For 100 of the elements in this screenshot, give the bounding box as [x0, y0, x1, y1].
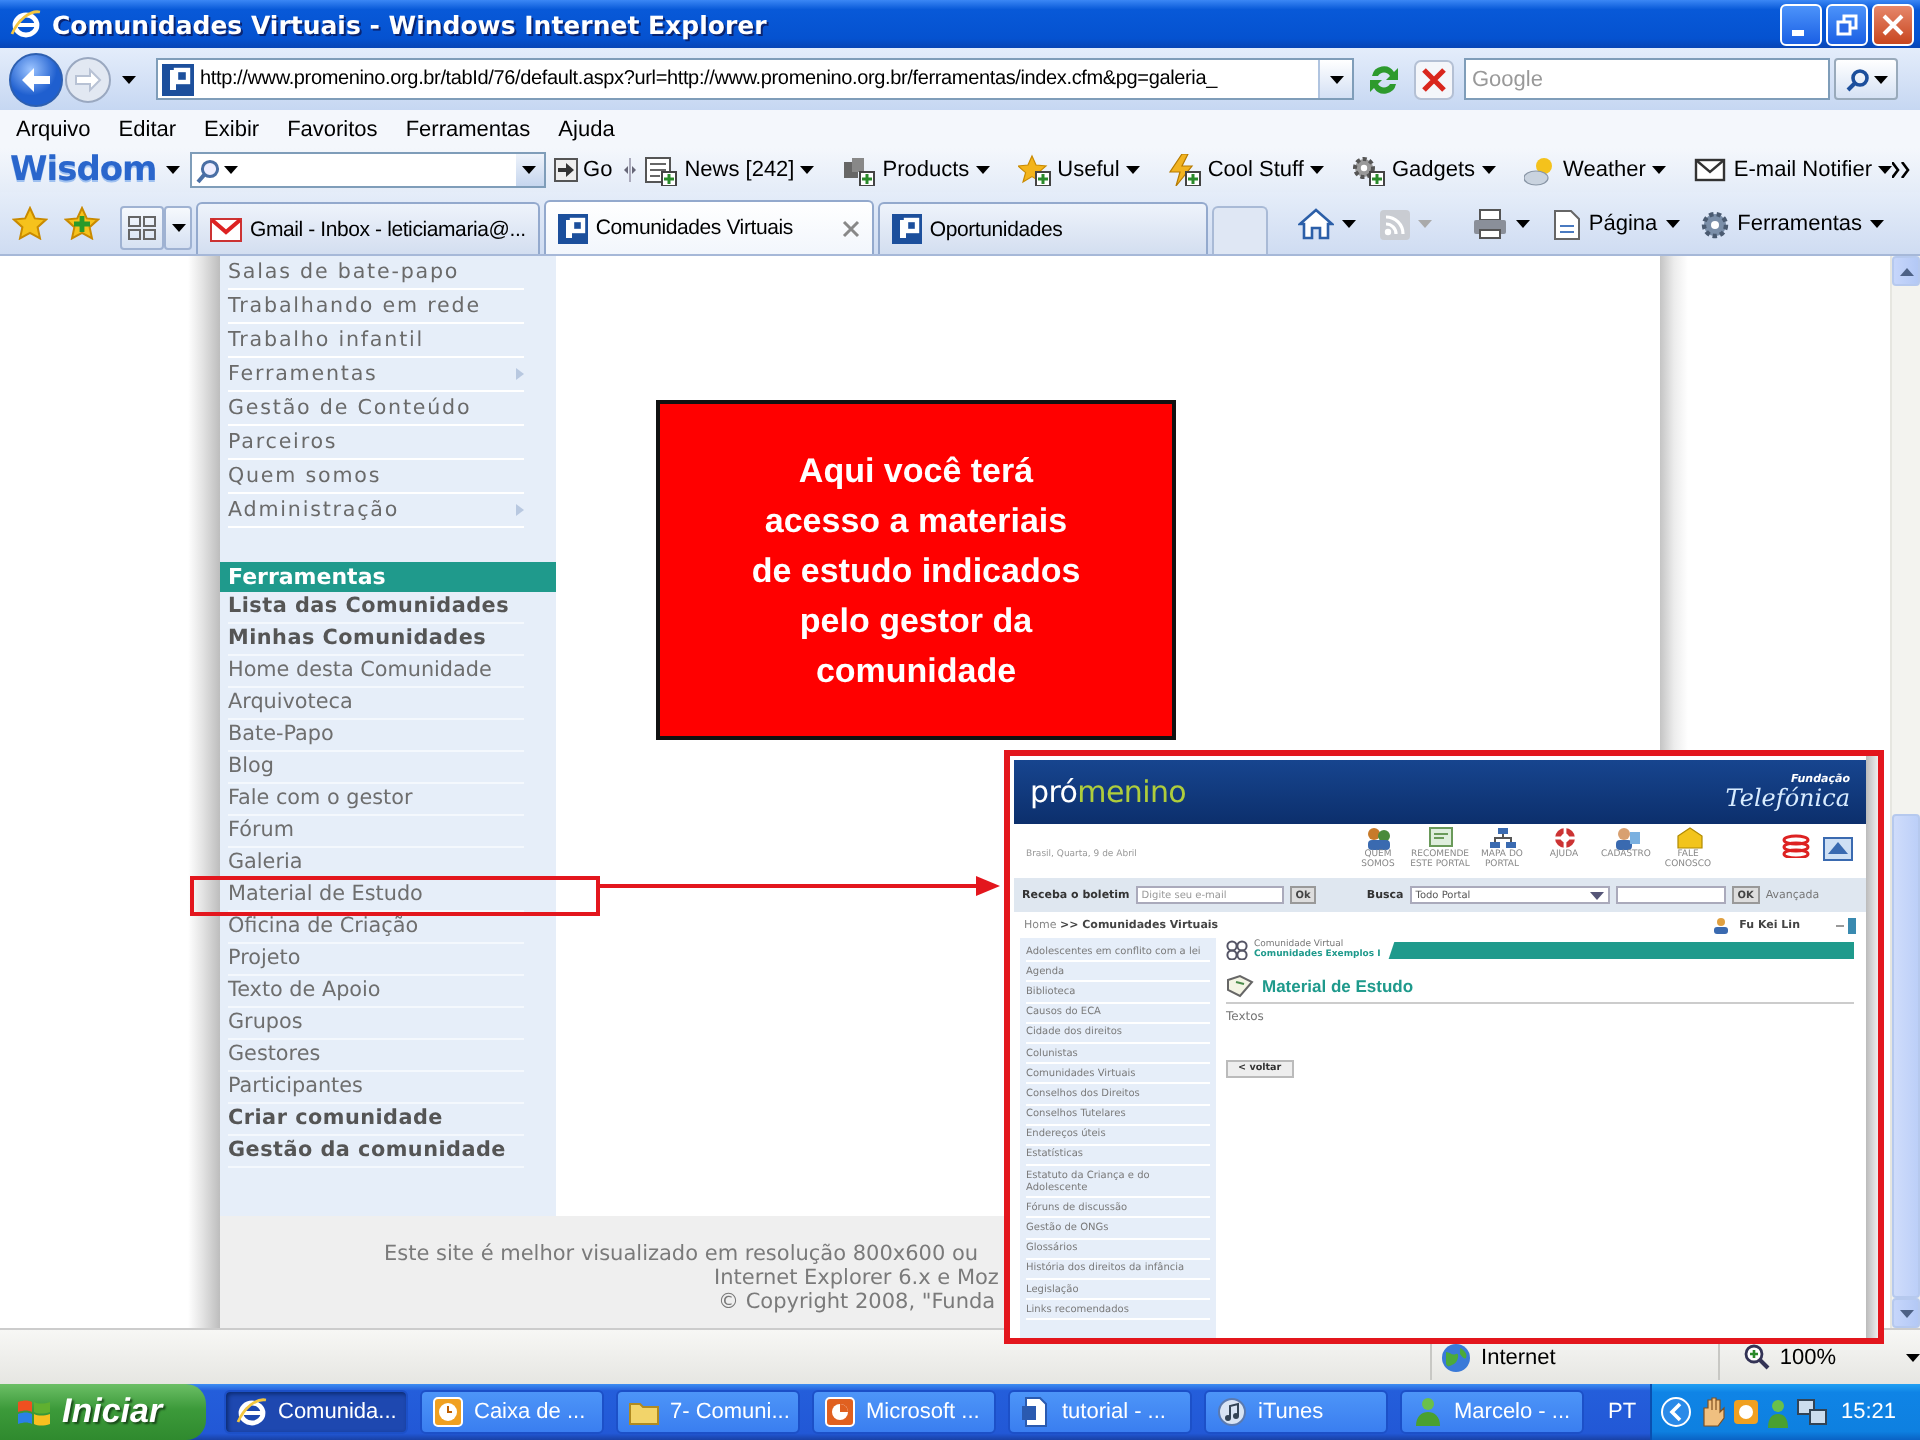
- toolbar-button[interactable]: News [242]: [644, 154, 815, 186]
- caret-icon[interactable]: [1873, 75, 1887, 83]
- dropdown-button[interactable]: [1318, 60, 1352, 98]
- restore-button[interactable]: [1826, 3, 1868, 45]
- menu-item[interactable]: Arquivo: [16, 117, 91, 141]
- sidebar-link[interactable]: Parceiros: [228, 426, 524, 460]
- menu-item[interactable]: Ferramentas: [405, 117, 531, 141]
- browser-tab[interactable]: Gmail - Inbox - leticiamaria@...: [196, 202, 540, 254]
- go-icon[interactable]: [553, 158, 578, 182]
- search-field[interactable]: Google: [1464, 58, 1830, 100]
- sidebar-link[interactable]: Ferramentas: [228, 358, 524, 392]
- page-menu-button[interactable]: Página: [1554, 209, 1680, 239]
- people-icon[interactable]: [1363, 826, 1393, 850]
- home-button[interactable]: [1298, 208, 1357, 240]
- zoom-button[interactable]: 100%: [1743, 1344, 1836, 1370]
- taskbar-button[interactable]: Caixa de ...: [420, 1390, 604, 1434]
- back-button[interactable]: [8, 51, 64, 107]
- toolbar-button[interactable]: Cool Stuff: [1167, 154, 1324, 186]
- sidebar-link[interactable]: Projeto: [228, 944, 524, 976]
- search-button[interactable]: [1834, 58, 1898, 100]
- scroll-up-button[interactable]: [1892, 256, 1920, 286]
- sidebar-link[interactable]: Administração: [228, 494, 524, 528]
- sidebar-link[interactable]: Oficina de Criação: [228, 912, 524, 944]
- browser-tab[interactable]: Oportunidades: [877, 202, 1208, 254]
- sidebar-link[interactable]: Bate-Papo: [228, 720, 524, 752]
- caret-icon[interactable]: [1870, 220, 1884, 228]
- sidebar-link[interactable]: Arquivoteca: [228, 688, 524, 720]
- zoom-menu-button[interactable]: [1906, 1353, 1920, 1361]
- browser-tab[interactable]: Comunidades Virtuais: [543, 200, 874, 254]
- document-icon[interactable]: [1020, 1396, 1052, 1428]
- printer-icon[interactable]: [1472, 208, 1509, 240]
- gear-icon[interactable]: [1699, 209, 1730, 239]
- gear-icon[interactable]: [1351, 154, 1386, 186]
- sidebar-link[interactable]: Minhas Comunidades: [228, 624, 524, 656]
- caret-icon[interactable]: [1309, 166, 1324, 174]
- zoom-icon[interactable]: [1743, 1344, 1770, 1370]
- history-dropdown[interactable]: [122, 75, 136, 83]
- menu-item[interactable]: Editar: [118, 117, 177, 141]
- caret-icon[interactable]: [800, 166, 815, 174]
- page-icon[interactable]: [1554, 209, 1581, 239]
- search-field[interactable]: [1615, 886, 1726, 904]
- star-icon[interactable]: [1017, 154, 1052, 186]
- star-icon[interactable]: [12, 205, 48, 239]
- menu-item[interactable]: Favoritos: [287, 117, 378, 141]
- caret-icon[interactable]: [171, 224, 185, 232]
- sidebar-link[interactable]: Criar comunidade: [228, 1104, 524, 1136]
- menu-item[interactable]: Exibir: [204, 117, 260, 141]
- caret-icon[interactable]: [1125, 166, 1140, 174]
- star-plus-icon[interactable]: [64, 205, 100, 239]
- caret-icon[interactable]: [1665, 220, 1680, 228]
- close-button[interactable]: [1872, 3, 1914, 45]
- up-arrow-icon[interactable]: [1899, 267, 1913, 275]
- browser-icon[interactable]: [236, 1396, 268, 1428]
- address-field[interactable]: http://www.promenino.org.br/tabId/76/default.aspx?url=http://www.promenino.org.br/ferramentas/index.cfm&pg=galeria_: [156, 58, 1354, 100]
- sidebar-link[interactable]: Fórum: [228, 816, 524, 848]
- lifebuoy-icon[interactable]: [1549, 826, 1579, 850]
- logout-icon[interactable]: [1836, 917, 1856, 933]
- toolbar-button[interactable]: Useful: [1017, 154, 1140, 186]
- stop-button[interactable]: [1414, 59, 1454, 99]
- start-button[interactable]: Iniciar: [0, 1384, 206, 1440]
- sidebar-link[interactable]: Gestão da comunidade: [228, 1136, 524, 1168]
- close-icon[interactable]: [841, 219, 860, 237]
- caret-icon[interactable]: [1342, 220, 1357, 228]
- box-icon[interactable]: [842, 154, 877, 186]
- taskbar-button[interactable]: 7- Comuni...: [616, 1390, 800, 1434]
- print-button[interactable]: [1472, 208, 1531, 240]
- taskbar-button[interactable]: Microsoft ...: [812, 1390, 996, 1434]
- hand-icon[interactable]: [1698, 1396, 1726, 1428]
- toolbar-button[interactable]: E-mail Notifier: [1693, 154, 1892, 186]
- sidebar-link[interactable]: Blog: [228, 752, 524, 784]
- taskbar-button[interactable]: tutorial - ...: [1008, 1390, 1192, 1434]
- sidebar-link[interactable]: Lista das Comunidades: [228, 592, 524, 624]
- caret-icon[interactable]: [1329, 75, 1343, 83]
- person-icon[interactable]: [1611, 826, 1641, 850]
- sidebar-link[interactable]: Texto de Apoio: [228, 976, 524, 1008]
- music-icon[interactable]: [1216, 1396, 1248, 1428]
- sidebar-link[interactable]: Fale com o gestor: [228, 784, 524, 816]
- tab-grid-icon[interactable]: [128, 216, 156, 240]
- caret-icon[interactable]: [1516, 220, 1531, 228]
- lightning-icon[interactable]: [1167, 154, 1202, 186]
- sidebar-link[interactable]: Grupos: [228, 1008, 524, 1040]
- scroll-thumb[interactable]: [1892, 814, 1920, 1298]
- sidebar-link[interactable]: Trabalho infantil: [228, 324, 524, 358]
- sidebar-link[interactable]: Galeria: [228, 848, 524, 880]
- sidebar-link[interactable]: Gestores: [228, 1040, 524, 1072]
- sitemap-icon[interactable]: [1487, 826, 1517, 850]
- certificate-icon[interactable]: [1425, 826, 1455, 850]
- clock-icon[interactable]: [1732, 1398, 1760, 1426]
- scroll-down-button[interactable]: [1892, 1298, 1920, 1328]
- tab-list-button[interactable]: [164, 206, 192, 250]
- newspaper-icon[interactable]: [644, 154, 679, 186]
- taskbar-button[interactable]: Marcelo - ...: [1400, 1390, 1584, 1434]
- restore-icon[interactable]: [1836, 13, 1858, 35]
- search-icon[interactable]: [1845, 67, 1869, 91]
- network-icon[interactable]: [1796, 1398, 1828, 1426]
- sidebar-link[interactable]: Quem somos: [228, 460, 524, 494]
- sidebar-link[interactable]: Gestão de Conteúdo: [228, 392, 524, 426]
- taskbar-button[interactable]: iTunes: [1204, 1390, 1388, 1434]
- quick-tabs-button[interactable]: [120, 206, 164, 250]
- show-hidden-icon[interactable]: [1660, 1396, 1692, 1428]
